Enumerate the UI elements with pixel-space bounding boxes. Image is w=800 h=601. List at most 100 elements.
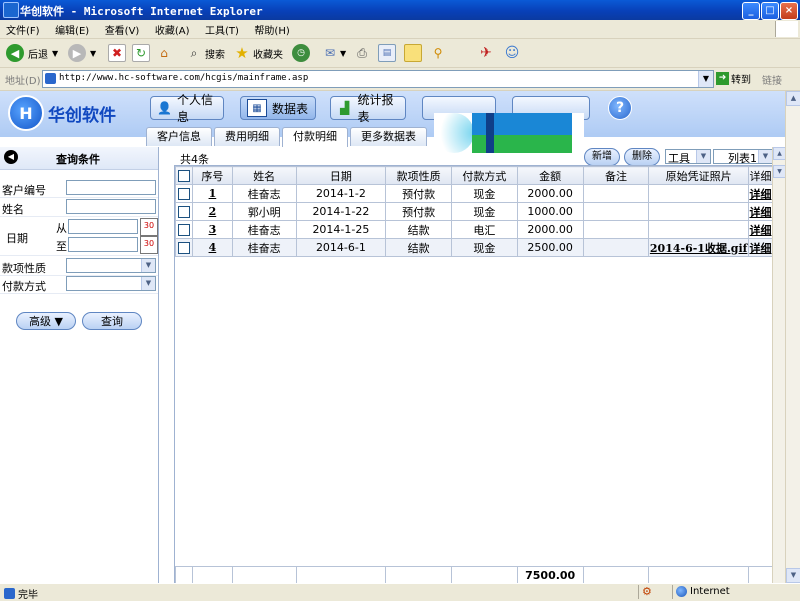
nav-personal-info[interactable]: 👤 个人信息: [150, 93, 224, 124]
date-from-input[interactable]: [68, 219, 138, 234]
research-button[interactable]: ⚲: [430, 43, 446, 63]
tab-expense-details[interactable]: 费用明细: [214, 127, 280, 146]
detail-link[interactable]: 详细: [749, 188, 771, 201]
minimize-button[interactable]: _: [742, 2, 760, 20]
payment-type-select[interactable]: ▼: [66, 258, 156, 273]
delete-button[interactable]: 删除: [624, 148, 660, 166]
messenger-button[interactable]: ✈: [478, 43, 494, 63]
menu-view[interactable]: 查看(V): [99, 20, 146, 37]
menu-bar: 文件(F) 编辑(E) 查看(V) 收藏(A) 工具(T) 帮助(H): [0, 20, 800, 39]
detail-link[interactable]: 详细: [749, 224, 771, 237]
view-select[interactable]: 列表1 ▼: [713, 149, 773, 165]
column-header[interactable]: 日期: [295, 166, 387, 185]
name-input[interactable]: [66, 199, 156, 214]
calendar-icon[interactable]: 30: [140, 236, 158, 254]
row-checkbox[interactable]: [177, 188, 190, 200]
scroll-down-icon[interactable]: ▼: [786, 568, 800, 583]
row-checkbox[interactable]: [177, 206, 190, 218]
column-header[interactable]: 序号: [191, 166, 233, 185]
row-number-link[interactable]: 1: [209, 187, 217, 200]
column-header[interactable]: 原始凭证照片: [648, 166, 749, 185]
add-button[interactable]: 新增: [584, 148, 620, 166]
menu-edit[interactable]: 编辑(E): [49, 20, 95, 37]
nav-statistics[interactable]: ▟ 统计报表: [330, 93, 406, 124]
row-select-cell: [175, 184, 193, 203]
mail-dropdown-icon[interactable]: ▼: [340, 49, 346, 58]
search-icon: ⌕: [190, 45, 198, 60]
help-button[interactable]: ?: [608, 96, 632, 120]
search-button[interactable]: ⌕ 搜索: [186, 43, 225, 63]
address-dropdown-icon[interactable]: ▼: [698, 71, 713, 87]
windows-logo-icon: [775, 21, 798, 37]
row-checkbox[interactable]: [177, 242, 190, 254]
links-button[interactable]: 链接: [762, 72, 782, 87]
stop-button[interactable]: ✖: [108, 43, 126, 63]
customer-no-input[interactable]: [66, 180, 156, 195]
advanced-button[interactable]: 高级 ▼: [16, 312, 76, 330]
ie-icon: [3, 2, 19, 18]
address-input[interactable]: http://www.hc-software.com/hcgis/mainfra…: [42, 70, 714, 88]
back-button[interactable]: ◀ 后退 ▼: [6, 43, 58, 63]
cell-note: [582, 184, 650, 203]
forward-dropdown-icon[interactable]: ▼: [90, 49, 96, 58]
column-header[interactable]: 姓名: [231, 166, 297, 185]
close-button[interactable]: ×: [780, 2, 798, 20]
calendar-icon[interactable]: 30: [140, 218, 158, 236]
search-label: 搜索: [205, 49, 225, 61]
menu-file[interactable]: 文件(F): [0, 20, 46, 37]
edit-button[interactable]: ▤: [378, 43, 396, 63]
history-icon: ◷: [292, 44, 310, 62]
tab-more-tables[interactable]: 更多数据表: [350, 127, 427, 146]
row-number-link[interactable]: 4: [209, 241, 217, 254]
discuss-button[interactable]: [404, 43, 422, 63]
cell-note: [582, 238, 650, 257]
payment-type-label: 款项性质: [2, 262, 46, 275]
menu-favorites[interactable]: 收藏(A): [149, 20, 196, 37]
window-scrollbar[interactable]: ▲ ▼: [785, 91, 800, 583]
photo-link[interactable]: 2014-6-1收据.gif: [650, 242, 748, 255]
select-all-checkbox[interactable]: [177, 170, 190, 182]
row-checkbox[interactable]: [177, 224, 190, 236]
nav-data-table[interactable]: ▦ 数据表: [240, 96, 316, 120]
print-button[interactable]: ⎙: [354, 43, 370, 63]
query-button[interactable]: 查询: [82, 312, 142, 330]
go-button[interactable]: ➜ 转到: [716, 71, 751, 86]
row-number-link[interactable]: 3: [209, 223, 217, 236]
tools-select[interactable]: 工具 ▼: [665, 149, 711, 165]
column-header[interactable]: 付款方式: [450, 166, 518, 185]
mail-button[interactable]: ✉ ▼: [322, 43, 346, 63]
go-label: 转到: [731, 75, 751, 86]
total-cell: [175, 566, 193, 585]
forward-button[interactable]: ▶ ▼: [68, 43, 96, 63]
tab-payment-details[interactable]: 付款明细: [282, 127, 348, 147]
cell-detail: 详细: [747, 238, 774, 257]
nav-label: 统计报表: [357, 93, 394, 124]
cell-photo: 2014-6-1收据.gif: [648, 238, 749, 257]
row-number-link[interactable]: 2: [209, 205, 217, 218]
home-button[interactable]: ⌂: [156, 43, 172, 63]
history-button[interactable]: ◷: [292, 43, 310, 63]
tab-customer-info[interactable]: 客户信息: [146, 127, 212, 146]
maximize-button[interactable]: □: [761, 2, 779, 20]
detail-link[interactable]: 详细: [749, 242, 771, 255]
date-to-input[interactable]: [68, 237, 138, 252]
grid-scrollbar[interactable]: ▲ ▼: [772, 147, 786, 583]
payment-method-select[interactable]: ▼: [66, 276, 156, 291]
refresh-button[interactable]: ↻: [132, 43, 150, 63]
menu-tools[interactable]: 工具(T): [199, 20, 245, 37]
msn-button[interactable]: ☺: [504, 43, 520, 63]
collapse-arrow-icon[interactable]: ◀: [4, 150, 18, 164]
printer-icon: ⎙: [357, 45, 367, 60]
scroll-up-icon[interactable]: ▲: [786, 91, 800, 106]
cell-date: 2014-6-1: [295, 238, 387, 257]
favorites-button[interactable]: ★ 收藏夹: [234, 43, 283, 63]
detail-link[interactable]: 详细: [749, 206, 771, 219]
column-header[interactable]: 金额: [516, 166, 584, 185]
cell-type: 结款: [385, 238, 452, 257]
menu-help[interactable]: 帮助(H): [248, 20, 295, 37]
column-header[interactable]: 备注: [582, 166, 650, 185]
back-dropdown-icon[interactable]: ▼: [52, 49, 58, 58]
query-panel-header: ◀ 查询条件: [0, 147, 158, 170]
column-header[interactable]: 款项性质: [385, 166, 452, 185]
column-header[interactable]: 详细: [747, 166, 774, 185]
